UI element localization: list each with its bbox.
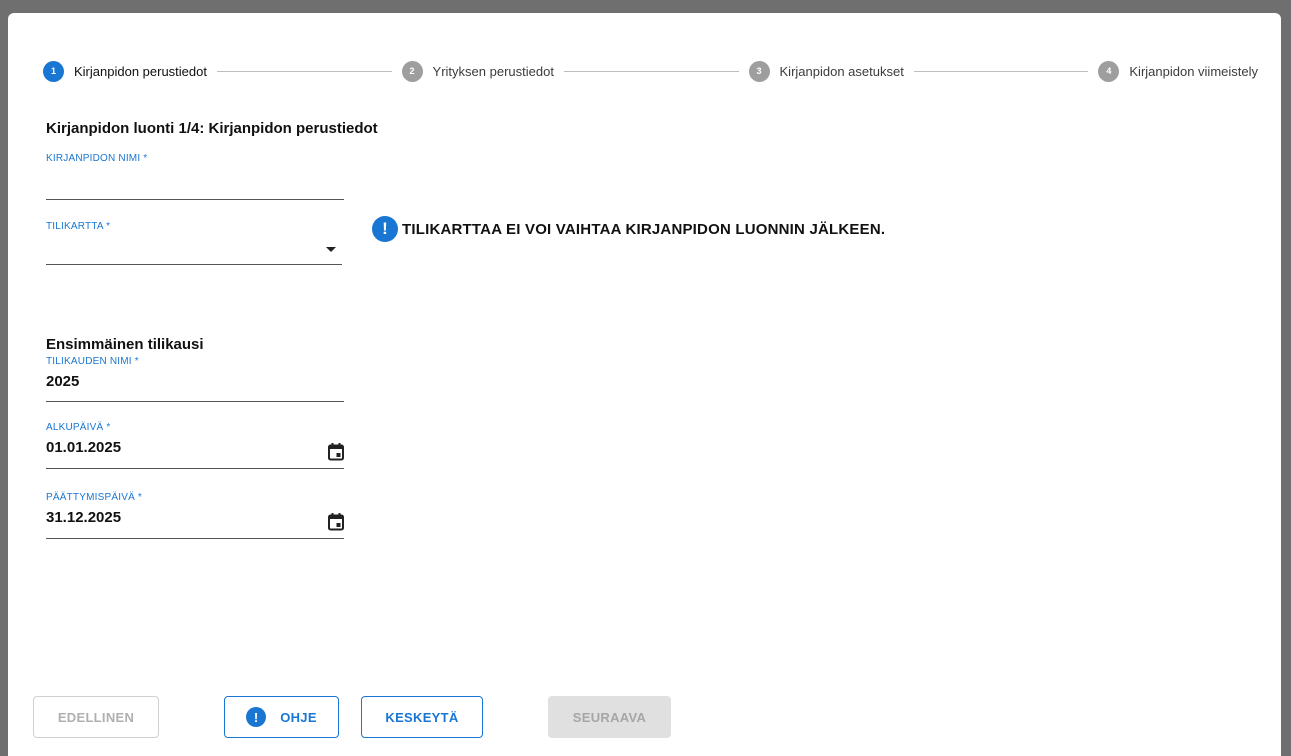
warning-text: TILIKARTTAA EI VOI VAIHTAA KIRJANPIDON L… <box>402 220 886 238</box>
start-date-input[interactable]: 01.01.2025 <box>46 439 344 459</box>
exclamation-icon: ! <box>372 216 398 242</box>
chart-of-accounts-select[interactable]: TILIKARTTA * <box>46 221 342 266</box>
next-button[interactable]: SEURAAVA <box>548 696 671 738</box>
calendar-icon[interactable] <box>328 443 344 461</box>
step-number-2: 2 <box>401 60 423 82</box>
step-label-2: Yrityksen perustiedot <box>432 63 554 79</box>
step-label-1: Kirjanpidon perustiedot <box>74 63 207 79</box>
chart-of-accounts-label: TILIKARTTA * <box>46 221 111 232</box>
help-button[interactable]: ! OHJE <box>224 696 339 738</box>
exclamation-icon: ! <box>246 707 267 727</box>
bookkeeping-name-input[interactable] <box>46 170 344 190</box>
end-date-field[interactable]: PÄÄTTYMISPÄIVÄ * 31.12.2025 <box>46 492 344 539</box>
chevron-down-icon[interactable] <box>326 247 336 252</box>
step-label-4: Kirjanpidon viimeistely <box>1129 63 1259 79</box>
page-title: Kirjanpidon luonti 1/4: Kirjanpidon peru… <box>46 120 378 137</box>
step-connector <box>563 70 739 72</box>
calendar-icon[interactable] <box>328 513 344 531</box>
field-underline <box>46 401 344 402</box>
field-underline <box>46 538 344 539</box>
period-name-label: TILIKAUDEN NIMI * <box>46 356 139 367</box>
chart-of-accounts-value[interactable] <box>46 238 342 258</box>
period-name-field[interactable]: TILIKAUDEN NIMI * 2025 <box>46 356 344 403</box>
field-underline <box>46 199 344 200</box>
bookkeeping-name-label: KIRJANPIDON NIMI * <box>46 153 148 164</box>
period-name-input[interactable]: 2025 <box>46 373 344 393</box>
step-3: 3 Kirjanpidon asetukset <box>748 60 904 82</box>
help-button-label: OHJE <box>280 709 317 725</box>
first-period-heading: Ensimmäinen tilikausi <box>46 336 204 353</box>
start-date-field[interactable]: ALKUPÄIVÄ * 01.01.2025 <box>46 422 344 469</box>
bookkeeping-name-field[interactable]: KIRJANPIDON NIMI * <box>46 153 344 200</box>
chart-warning: ! TILIKARTTAA EI VOI VAIHTAA KIRJANPIDON… <box>372 216 885 242</box>
field-underline <box>46 264 342 265</box>
step-4: 4 Kirjanpidon viimeistely <box>1098 60 1259 82</box>
wizard-dialog: 1 Kirjanpidon perustiedot 2 Yrityksen pe… <box>8 13 1281 756</box>
field-underline <box>46 468 344 469</box>
start-date-label: ALKUPÄIVÄ * <box>46 422 111 433</box>
stepper: 1 Kirjanpidon perustiedot 2 Yrityksen pe… <box>43 60 1258 82</box>
end-date-input[interactable]: 31.12.2025 <box>46 509 344 529</box>
cancel-button[interactable]: KESKEYTÄ <box>361 696 483 738</box>
previous-button[interactable]: EDELLINEN <box>33 696 159 738</box>
step-number-4: 4 <box>1098 60 1120 82</box>
step-number-3: 3 <box>748 60 770 82</box>
step-connector <box>216 70 392 72</box>
step-label-3: Kirjanpidon asetukset <box>779 63 904 79</box>
end-date-label: PÄÄTTYMISPÄIVÄ * <box>46 492 143 503</box>
step-connector <box>913 70 1089 72</box>
step-number-1: 1 <box>43 60 64 82</box>
step-2: 2 Yrityksen perustiedot <box>401 60 554 82</box>
step-1: 1 Kirjanpidon perustiedot <box>43 60 207 82</box>
